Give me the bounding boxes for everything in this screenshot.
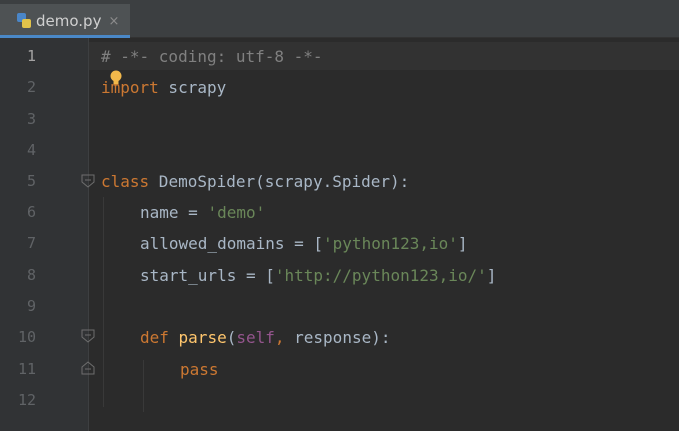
self-param: self: [236, 328, 275, 347]
line-number: 6: [26, 203, 36, 221]
fold-end-icon[interactable]: [81, 361, 95, 375]
code-line-1[interactable]: # -*- coding: utf-8 -*-: [101, 41, 323, 72]
line-number: 5: [26, 172, 36, 190]
close-icon[interactable]: ×: [108, 14, 119, 29]
bracket-close: ]: [486, 266, 497, 285]
fold-collapse-icon[interactable]: [81, 174, 95, 188]
module-name: scrapy: [158, 78, 227, 97]
string-literal: 'python123,io': [323, 234, 458, 253]
indent-guide: [103, 197, 104, 407]
line-number: 4: [26, 141, 36, 159]
indent-guide: [143, 360, 144, 412]
keyword-import: import: [101, 78, 159, 97]
editor-tab-bar: demo.py ×: [0, 0, 679, 38]
params-rest: response):: [284, 328, 391, 347]
keyword-def: def: [140, 328, 169, 347]
code-line-6[interactable]: name = 'demo': [140, 197, 265, 228]
fold-collapse-icon[interactable]: [81, 329, 95, 343]
comma: ,: [274, 328, 285, 347]
class-name: DemoSpider: [149, 172, 256, 191]
line-number: 11: [17, 360, 36, 378]
function-name: parse: [168, 328, 227, 347]
line-number: 1: [26, 47, 36, 65]
paren-open: (: [226, 328, 237, 347]
comment-text: # -*- coding: utf-8 -*-: [101, 47, 323, 66]
code-line-8[interactable]: start_urls = ['http://python123,io/']: [140, 260, 496, 291]
keyword-pass: pass: [180, 360, 219, 379]
python-file-icon: [17, 13, 31, 29]
attr-name: name =: [140, 203, 208, 222]
attr-start-urls: start_urls = [: [140, 266, 275, 285]
bracket-close: ]: [457, 234, 468, 253]
keyword-class: class: [101, 172, 150, 191]
string-literal: 'http://python123,io/': [274, 266, 487, 285]
code-line-7[interactable]: allowed_domains = ['python123,io']: [140, 228, 468, 259]
attr-allowed-domains: allowed_domains = [: [140, 234, 324, 253]
line-number: 10: [17, 328, 36, 346]
code-line-10[interactable]: def parse(self, response):: [140, 322, 390, 353]
tab-label: demo.py: [36, 12, 102, 30]
code-line-2[interactable]: import scrapy: [101, 72, 226, 103]
code-line-5[interactable]: class DemoSpider(scrapy.Spider):: [101, 166, 409, 197]
line-number: 8: [26, 266, 36, 284]
code-line-11[interactable]: pass: [180, 354, 219, 385]
line-number: 7: [26, 234, 36, 252]
line-number: 9: [26, 297, 36, 315]
string-literal: 'demo': [207, 203, 266, 222]
class-base: (scrapy.Spider):: [255, 172, 410, 191]
line-number: 3: [26, 110, 36, 128]
tab-demo-py[interactable]: demo.py ×: [0, 4, 130, 38]
line-number: 2: [26, 78, 36, 96]
line-number: 12: [17, 391, 36, 409]
